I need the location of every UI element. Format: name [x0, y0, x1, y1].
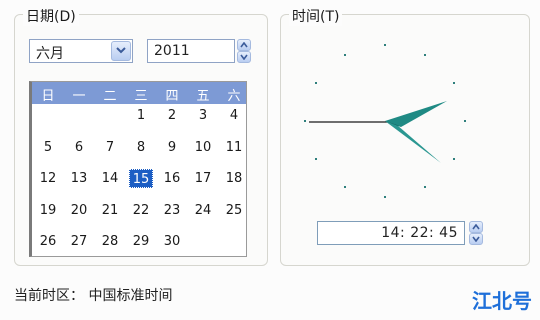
clock-hour-mark: [423, 54, 426, 57]
calendar-day[interactable]: 28: [98, 232, 122, 251]
calendar-day[interactable]: 4: [222, 106, 246, 125]
time-down-button[interactable]: [469, 233, 483, 245]
clock-hour-mark: [314, 82, 317, 84]
clock-hour-mark: [384, 196, 386, 198]
chevron-down-icon: [116, 47, 126, 54]
calendar-day[interactable]: 9: [160, 138, 184, 157]
calendar-day[interactable]: 24: [191, 201, 215, 220]
calendar-day[interactable]: 8: [129, 138, 153, 157]
year-value: 2011: [154, 43, 190, 59]
calendar-day[interactable]: 19: [36, 201, 60, 220]
weekday-label: 一: [72, 89, 86, 104]
weekday-label: 四: [165, 89, 179, 104]
calendar-day[interactable]: 27: [67, 232, 91, 251]
chevron-up-icon: [472, 224, 480, 230]
weekday-header: 日一二三四五六: [32, 82, 246, 104]
calendar-day[interactable]: 26: [36, 232, 60, 251]
timezone-label: 当前时区： 中国标准时间: [14, 288, 173, 304]
clock-hour-mark: [384, 44, 386, 46]
year-up-button[interactable]: [237, 39, 251, 51]
calendar-day[interactable]: 22: [129, 201, 153, 220]
time-input[interactable]: 14: 22: 45: [317, 221, 465, 245]
clock-hour-mark: [453, 82, 456, 84]
clock-hour-mark: [423, 185, 426, 188]
year-spinner[interactable]: [237, 39, 253, 63]
calendar-day[interactable]: 16: [160, 169, 184, 188]
calendar-day[interactable]: 30: [160, 232, 184, 251]
time-value: 14: 22: 45: [381, 225, 458, 241]
minute-hand: [385, 101, 447, 127]
calendar-day[interactable]: 1: [129, 106, 153, 125]
clock-hour-mark: [463, 120, 466, 122]
calendar-day-selected[interactable]: 15: [129, 169, 153, 188]
calendar-day[interactable]: 5: [36, 138, 60, 157]
clock-hour-mark: [314, 158, 317, 160]
calendar-day[interactable]: 12: [36, 169, 60, 188]
watermark-text: 江北号: [472, 289, 532, 313]
date-group: 日期(D) 六月 2011 日一二三四五六 1 2 3 4 5 6 7 8 9 10 11 12 13 1…: [14, 6, 268, 266]
calendar-day[interactable]: 18: [222, 169, 246, 188]
analog-clock: [281, 15, 529, 215]
calendar-day[interactable]: 17: [191, 169, 215, 188]
clock-hour-mark: [304, 120, 307, 122]
calendar-day[interactable]: 7: [98, 138, 122, 157]
year-field[interactable]: 2011: [147, 39, 235, 63]
time-group: 时间(T) 14: 22: 45: [280, 6, 530, 266]
calendar-day[interactable]: 20: [67, 201, 91, 220]
calendar-day[interactable]: 10: [191, 138, 215, 157]
hour-hand: [385, 121, 441, 163]
calendar-day[interactable]: 29: [129, 232, 153, 251]
month-select[interactable]: 六月: [29, 39, 133, 63]
chevron-down-icon: [472, 236, 480, 242]
calendar-day[interactable]: 13: [67, 169, 91, 188]
chevron-down-icon: [240, 54, 248, 60]
month-value: 六月: [36, 46, 64, 62]
calendar-day[interactable]: 23: [160, 201, 184, 220]
weekday-label: 五: [196, 89, 210, 104]
weekday-label: 三: [134, 89, 148, 104]
time-up-button[interactable]: [469, 221, 483, 233]
time-spinner[interactable]: [469, 221, 485, 245]
clock-hands: [309, 101, 447, 163]
year-down-button[interactable]: [237, 51, 251, 63]
calendar-day[interactable]: 14: [98, 169, 122, 188]
weekday-label: 二: [103, 89, 117, 104]
calendar-day[interactable]: 25: [222, 201, 246, 220]
calendar-grid: 日一二三四五六 1 2 3 4 5 6 7 8 9 10 11 12 13 14 15 16 17 18 19 20 2…: [29, 81, 247, 257]
clock-hour-mark: [344, 185, 347, 188]
calendar-day[interactable]: 6: [67, 138, 91, 157]
calendar-day[interactable]: 21: [98, 201, 122, 220]
calendar-day[interactable]: 3: [191, 106, 215, 125]
weekday-label: 六: [227, 89, 241, 104]
clock-hour-mark: [344, 54, 347, 57]
calendar-day[interactable]: 11: [222, 138, 246, 157]
month-dropdown-button[interactable]: [111, 41, 131, 61]
calendar-day[interactable]: 2: [160, 106, 184, 125]
clock-hour-mark: [453, 158, 456, 160]
weekday-label: 日: [41, 89, 55, 104]
date-group-title: 日期(D): [23, 6, 79, 26]
chevron-up-icon: [240, 42, 248, 48]
